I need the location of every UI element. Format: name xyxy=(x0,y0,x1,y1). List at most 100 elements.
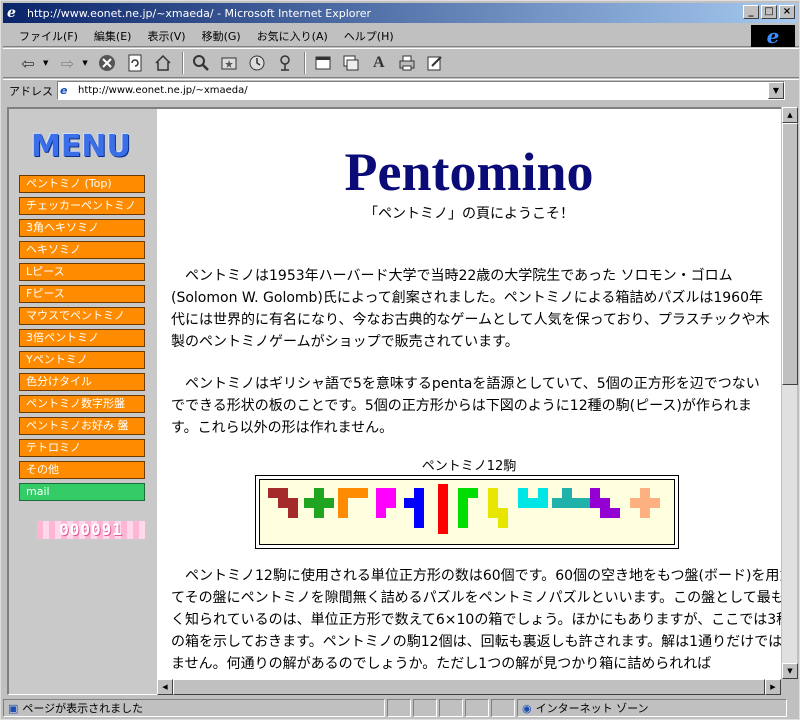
search-icon[interactable] xyxy=(188,51,214,75)
sidebar-item-y-pentomino[interactable]: Yペントミノ xyxy=(19,351,145,369)
sidebar-item-triangle-hexomino[interactable]: 3角ヘキソミノ xyxy=(19,219,145,237)
i-piece-cell xyxy=(438,484,448,494)
scroll-left-icon[interactable]: ◀ xyxy=(157,679,173,695)
scroll-down-icon[interactable]: ▼ xyxy=(782,663,798,679)
intro-paragraph: ペントミノは1953年ハーバード大学で当時22歳の大学院生であった ソロモン・ゴ… xyxy=(171,268,770,350)
refresh-icon[interactable] xyxy=(122,51,148,75)
menu-edit[interactable]: 編集(E) xyxy=(86,28,140,44)
sidebar-nav: ペントミノ (Top) チェッカーペントミノ 3角ヘキソミノ ヘキソミノ Lピー… xyxy=(19,175,145,505)
toolbar: ⇦ ▼ ⇨ ▼ A xyxy=(3,48,799,78)
y-piece-cell xyxy=(414,518,424,528)
i-piece-cell xyxy=(438,504,448,514)
x-piece-cell xyxy=(640,498,650,508)
home-icon[interactable] xyxy=(150,51,176,75)
fullscreen-icon[interactable] xyxy=(310,51,336,75)
n-piece-cell xyxy=(488,508,498,518)
menu-favorites[interactable]: お気に入り(A) xyxy=(249,28,336,44)
scroll-right-icon[interactable]: ▶ xyxy=(765,679,781,695)
vertical-scrollbar[interactable]: ▲ ▼ xyxy=(781,107,798,679)
menu-go[interactable]: 移動(G) xyxy=(194,28,249,44)
mail-icon[interactable] xyxy=(338,51,364,75)
menu-file[interactable]: ファイル(F) xyxy=(11,28,86,44)
visitor-counter: 000091 xyxy=(37,521,145,539)
l-piece-cell xyxy=(458,488,468,498)
status-panel-empty xyxy=(439,699,463,717)
sidebar-item-f-piece[interactable]: Fピース xyxy=(19,285,145,303)
print-icon[interactable] xyxy=(394,51,420,75)
f-piece-cell xyxy=(304,498,314,508)
p-piece-cell xyxy=(376,488,386,498)
l-piece-cell xyxy=(458,498,468,508)
sidebar-item-l-piece[interactable]: Lピース xyxy=(19,263,145,281)
vertical-scroll-thumb[interactable] xyxy=(782,123,798,385)
sidebar-item-color-tiles[interactable]: 色分けタイル xyxy=(19,373,145,391)
minimize-button[interactable]: _ xyxy=(743,5,759,19)
edit-icon[interactable] xyxy=(422,51,448,75)
pentomino-pieces-svg xyxy=(268,484,660,534)
horizontal-scrollbar[interactable]: ◀ ▶ xyxy=(157,679,781,695)
l-piece xyxy=(458,488,478,528)
internet-zone-icon: ◉ xyxy=(522,701,532,715)
z-piece-cell xyxy=(600,498,610,508)
x-piece xyxy=(630,488,660,518)
i-piece-cell xyxy=(438,514,448,524)
horizontal-scroll-thumb[interactable] xyxy=(173,679,765,695)
p-piece-cell xyxy=(376,508,386,518)
history-icon[interactable] xyxy=(244,51,270,75)
menu-logo: MENU xyxy=(31,129,131,164)
address-dropdown-icon[interactable]: ▼ xyxy=(768,82,784,99)
ie-brand-icon: e xyxy=(766,24,780,48)
maximize-button[interactable]: □ xyxy=(761,5,777,19)
forward-icon[interactable]: ⇨ xyxy=(54,51,80,75)
sidebar-item-checker-pentomino[interactable]: チェッカーペントミノ xyxy=(19,197,145,215)
forward-dropdown-icon[interactable]: ▼ xyxy=(82,59,87,67)
menu-help[interactable]: ヘルプ(H) xyxy=(336,28,402,44)
sidebar-item-custom-board[interactable]: ペントミノお好み 盤 xyxy=(19,417,145,435)
sidebar-item-triple-pentomino[interactable]: 3倍ペントミノ xyxy=(19,329,145,347)
menu-view[interactable]: 表示(V) xyxy=(139,28,193,44)
sidebar-item-mail[interactable]: mail xyxy=(19,483,145,501)
toolbar-separator xyxy=(181,52,184,74)
status-panel-empty xyxy=(465,699,489,717)
channels-icon[interactable] xyxy=(272,51,298,75)
u-piece-cell xyxy=(518,488,528,498)
favorites-icon[interactable] xyxy=(216,51,242,75)
font-icon[interactable]: A xyxy=(366,51,392,75)
x-piece-cell xyxy=(640,508,650,518)
security-zone-panel: ◉ インターネット ゾーン xyxy=(517,699,787,717)
back-icon[interactable]: ⇦ xyxy=(15,51,41,75)
address-input[interactable]: e http://www.eonet.ne.jp/~xmaeda/ ▼ xyxy=(57,81,785,100)
z-piece xyxy=(590,488,620,518)
status-bar: ▣ ページが表示されました ◉ インターネット ゾーン xyxy=(3,698,799,718)
l-piece-cell xyxy=(458,508,468,518)
l-piece-cell xyxy=(458,518,468,528)
sidebar-item-mouse-pentomino[interactable]: マウスでペントミノ xyxy=(19,307,145,325)
sidebar-item-tetromino[interactable]: テトロミノ xyxy=(19,439,145,457)
sidebar-item-other[interactable]: その他 xyxy=(19,461,145,479)
z-piece-cell xyxy=(600,508,610,518)
v-piece-cell xyxy=(338,488,348,498)
close-button[interactable]: × xyxy=(779,5,795,19)
scroll-up-icon[interactable]: ▲ xyxy=(782,107,798,123)
t-piece-cell xyxy=(572,498,582,508)
browser-window: e http://www.eonet.ne.jp/~xmaeda/ - Micr… xyxy=(0,0,800,720)
x-piece-cell xyxy=(630,498,640,508)
u-piece-cell xyxy=(528,498,538,508)
figure-caption: ペントミノ12駒 xyxy=(421,459,517,474)
f-piece-cell xyxy=(314,508,324,518)
sidebar-item-hexomino[interactable]: ヘキソミノ xyxy=(19,241,145,259)
stop-icon[interactable] xyxy=(94,51,120,75)
back-dropdown-icon[interactable]: ▼ xyxy=(43,59,48,67)
p-piece-cell xyxy=(386,488,396,498)
sidebar-item-pentomino-top[interactable]: ペントミノ (Top) xyxy=(19,175,145,193)
status-message: ページが表示されました xyxy=(22,702,144,715)
n-piece-cell xyxy=(488,488,498,498)
x-piece-cell xyxy=(650,498,660,508)
v-piece-cell xyxy=(358,488,368,498)
sidebar-item-number-board[interactable]: ペントミノ数字形盤 xyxy=(19,395,145,413)
main-content: Pentomino 「ペントミノ」の頁にようこそ！ ペントミノは1953年ハーバ… xyxy=(157,107,781,679)
u-piece-cell xyxy=(518,498,528,508)
pentomino-pieces-panel xyxy=(259,479,675,545)
menu-bar: ファイル(F) 編集(E) 表示(V) 移動(G) お気に入り(A) ヘルプ(H… xyxy=(3,25,799,47)
x-piece-cell xyxy=(640,488,650,498)
